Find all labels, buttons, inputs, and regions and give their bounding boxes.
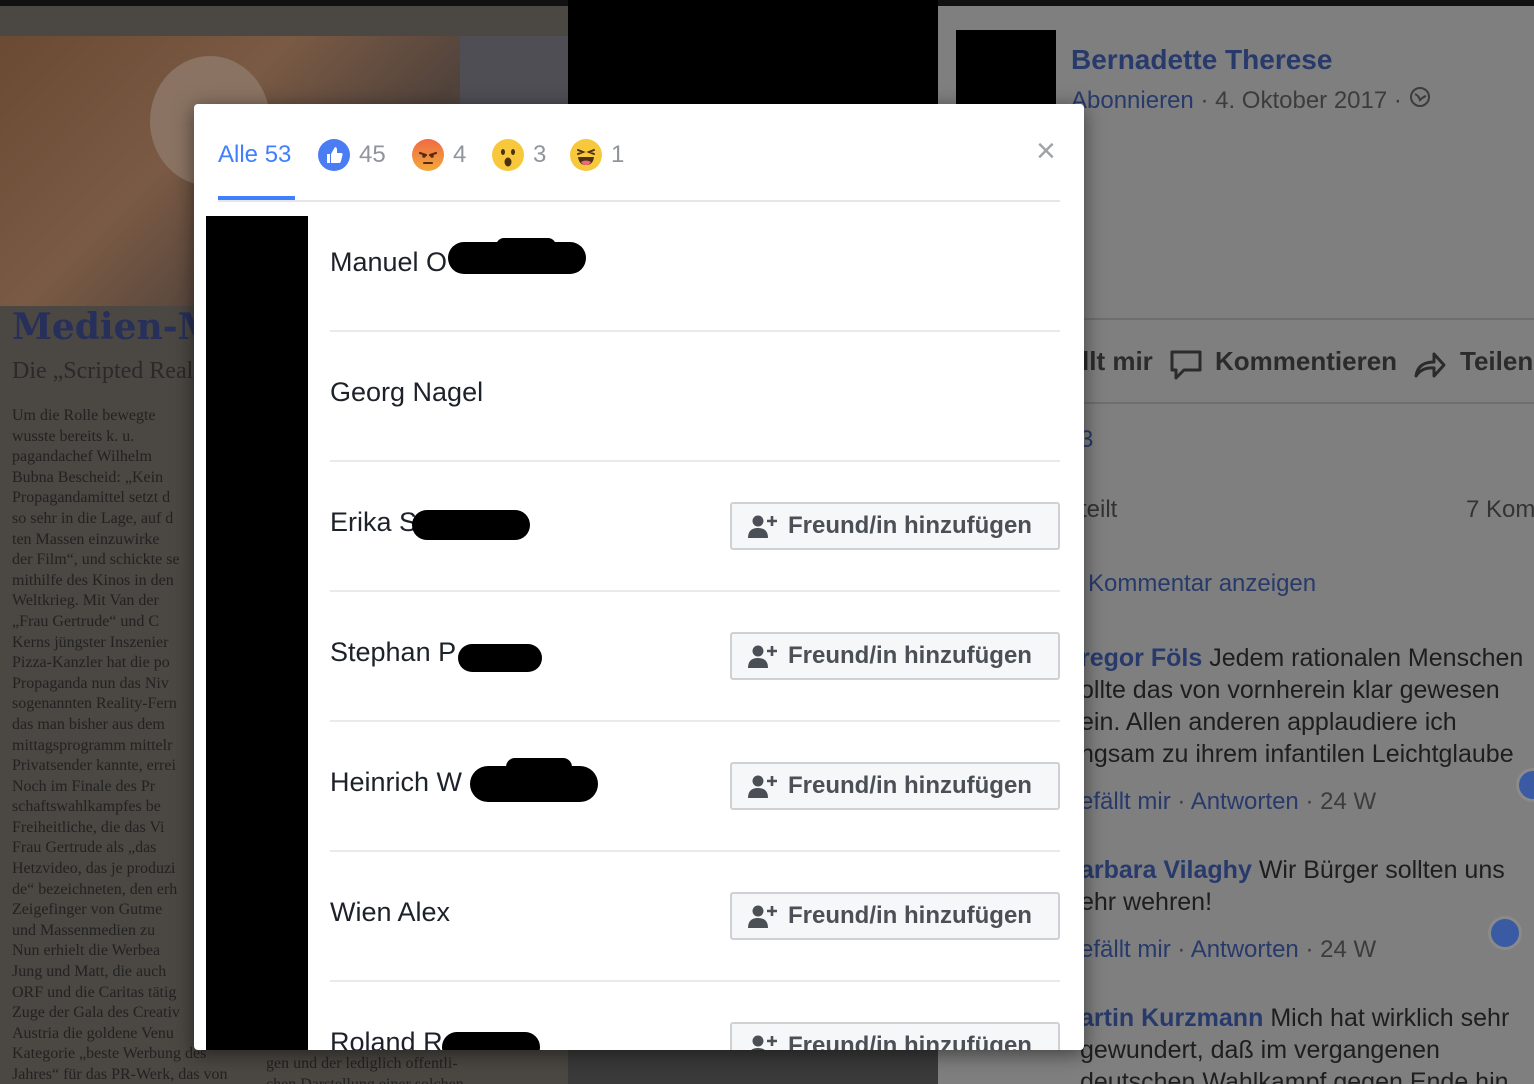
- newspaper-subtitle: Die „Scripted Real: [12, 358, 194, 384]
- active-tab-indicator: [218, 196, 295, 200]
- list-item: Manuel O: [330, 202, 1060, 332]
- add-friend-icon: [751, 1035, 777, 1050]
- comment-author[interactable]: arbara Vilaghy: [1080, 856, 1252, 884]
- add-friend-icon: [748, 515, 777, 538]
- person-name[interactable]: Stephan P: [330, 637, 456, 668]
- list-item: Georg Nagel: [330, 332, 1060, 462]
- newspaper-line: gen und der lediglich offentli-: [266, 1055, 458, 1072]
- person-name[interactable]: Heinrich W: [330, 767, 462, 798]
- share-count[interactable]: teilt: [1080, 496, 1117, 524]
- list-item: Stephan P Freund/in hinzufügen: [330, 592, 1060, 722]
- avatar-column-redacted: [206, 216, 308, 1050]
- close-button[interactable]: ×: [1036, 134, 1056, 168]
- tab-haha[interactable]: 1: [570, 139, 624, 171]
- tab-all[interactable]: Alle 53: [218, 140, 291, 170]
- add-friend-icon: [748, 905, 777, 928]
- comment-1-meta: efällt mir · Antworten · 24 W: [1080, 788, 1377, 815]
- follow-link[interactable]: Abonnieren: [1071, 87, 1194, 114]
- list-item: Erika S Freund/in hinzufügen: [330, 462, 1060, 592]
- comment-author[interactable]: artin Kurzmann: [1080, 1004, 1263, 1032]
- person-name[interactable]: Roland R: [330, 1027, 443, 1050]
- share-icon[interactable]: [1412, 346, 1448, 389]
- reaction-tabs: Alle 53 45 4 3 1: [218, 104, 1060, 202]
- redaction: [458, 644, 542, 672]
- author-avatar[interactable]: [956, 30, 1056, 110]
- newspaper-line: Jahres“ für das PR-Werk, das von: [12, 1066, 228, 1083]
- add-friend-icon: [748, 645, 777, 668]
- list-item: Wien Alex Freund/in hinzufügen: [330, 852, 1060, 982]
- comment-2: arbara Vilaghy Wir Bürger sollten uns eh…: [1080, 856, 1505, 916]
- like-icon: [318, 139, 350, 171]
- newspaper-body-col2: gen und der lediglich offentli-chen Dars…: [266, 1054, 546, 1084]
- add-friend-button[interactable]: Freund/in hinzufügen: [730, 502, 1060, 550]
- tab-like[interactable]: 45: [318, 139, 386, 171]
- comment-3: artin Kurzmann Mich hat wirklich sehr ge…: [1080, 1004, 1510, 1084]
- comment-reaction-icon: [1488, 916, 1522, 950]
- angry-icon: [412, 139, 444, 171]
- add-friend-button[interactable]: Freund/in hinzufügen: [730, 892, 1060, 940]
- show-comment-link[interactable]: Kommentar anzeigen: [1088, 570, 1316, 598]
- reactions-dialog: Alle 53 45 4 3 1 × Manuel O Georg Nagel …: [194, 104, 1084, 1050]
- comment-icon[interactable]: [1168, 346, 1204, 389]
- list-item: Roland R Freund/in hinzufügen: [330, 982, 1060, 1050]
- share-action[interactable]: Teilen: [1460, 346, 1533, 377]
- comment-action[interactable]: Kommentieren: [1215, 346, 1397, 377]
- newspaper-headline: Medien-M: [12, 306, 218, 348]
- redaction: [412, 510, 530, 540]
- add-friend-button[interactable]: Freund/in hinzufügen: [730, 762, 1060, 810]
- newspaper-line: chen Darstellung einer solchen: [266, 1075, 546, 1084]
- redaction: [506, 758, 572, 776]
- comment-1: regor Föls Jedem rationalen Menschen oll…: [1080, 644, 1524, 768]
- person-name[interactable]: Manuel O: [330, 247, 447, 278]
- add-friend-button[interactable]: Freund/in hinzufügen: [730, 632, 1060, 680]
- wow-icon: [492, 139, 524, 171]
- list-item: Heinrich W Freund/in hinzufügen: [330, 722, 1060, 852]
- comment-reaction-icon: [1516, 768, 1534, 802]
- comment-2-meta: efällt mir · Antworten · 24 W: [1080, 936, 1377, 963]
- post-author[interactable]: Bernadette Therese: [1071, 44, 1332, 76]
- person-name[interactable]: Georg Nagel: [330, 377, 483, 408]
- tab-wow[interactable]: 3: [492, 139, 546, 171]
- add-friend-button[interactable]: Freund/in hinzufügen: [730, 1022, 1060, 1050]
- add-friend-icon: [748, 775, 777, 798]
- tab-angry[interactable]: 4: [412, 139, 466, 171]
- like-action[interactable]: llt mir: [1082, 346, 1153, 377]
- redaction: [496, 238, 556, 254]
- comment-count[interactable]: 7 Kom: [1466, 496, 1534, 524]
- post-date[interactable]: 4. Oktober 2017: [1215, 87, 1387, 114]
- redaction: [442, 1032, 540, 1050]
- person-name[interactable]: Erika S: [330, 507, 417, 538]
- haha-icon: [570, 139, 602, 171]
- globe-icon: [1409, 87, 1431, 114]
- redacted-block: [568, 0, 938, 110]
- comment-author[interactable]: regor Föls: [1080, 644, 1202, 672]
- post-meta: Abonnieren · 4. Oktober 2017 ·: [1071, 86, 1431, 115]
- person-name[interactable]: Wien Alex: [330, 897, 450, 928]
